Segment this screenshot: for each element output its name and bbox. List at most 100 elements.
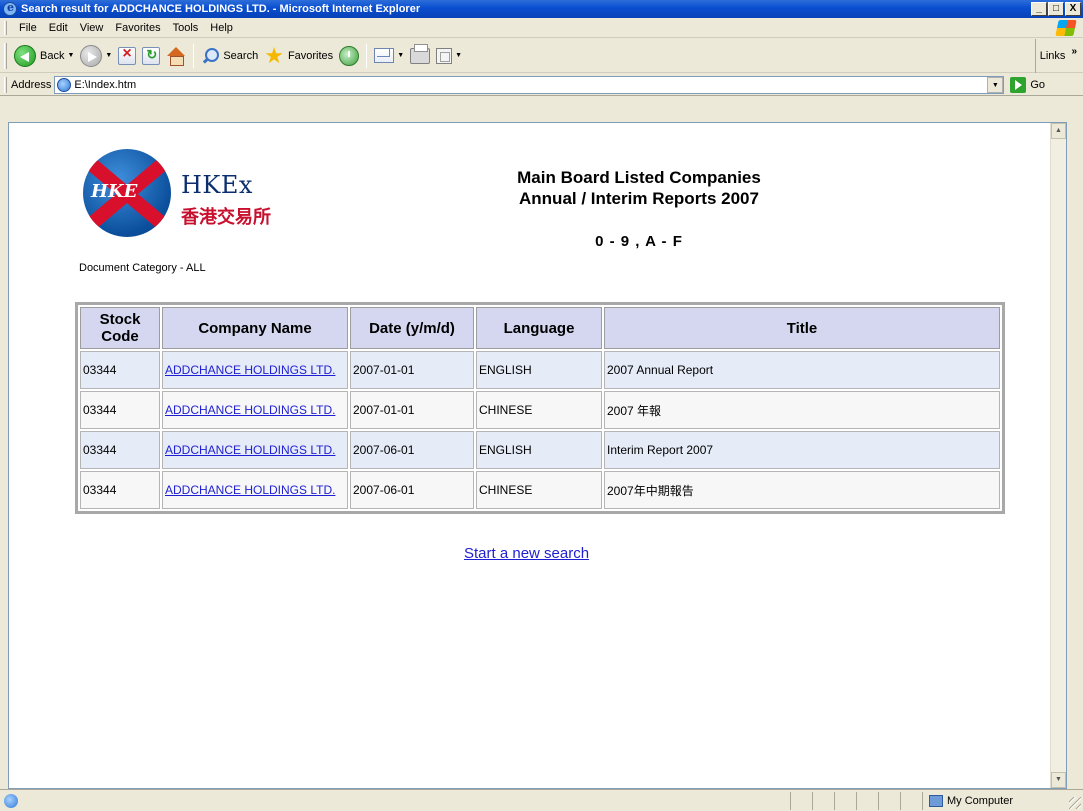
vertical-scrollbar[interactable]: ▲ ▼ bbox=[1050, 123, 1066, 788]
col-header-stock-code: Stock Code bbox=[80, 307, 160, 349]
back-dropdown-icon[interactable]: ▼ bbox=[67, 52, 74, 59]
scroll-up-icon[interactable]: ▲ bbox=[1051, 123, 1066, 139]
range-heading: 0 - 9 , A - F bbox=[595, 233, 683, 250]
cell-language: CHINESE bbox=[476, 391, 602, 429]
window-controls: _ □ X bbox=[1031, 2, 1081, 16]
address-label: Address bbox=[11, 78, 52, 91]
logo-chinese-name: 香港交易所 bbox=[181, 207, 271, 227]
cell-stock-code: 03344 bbox=[80, 351, 160, 389]
stop-icon bbox=[118, 45, 137, 65]
search-label: Search bbox=[223, 49, 259, 62]
table-row: 03344 ADDCHANCE HOLDINGS LTD. 2007-01-01… bbox=[80, 351, 1000, 389]
standard-toolbar: Back ▼ ▼ Search ★ Favorites ▼ ▼ Links » bbox=[0, 39, 1083, 73]
cell-stock-code: 03344 bbox=[80, 471, 160, 509]
menu-favorites[interactable]: Favorites bbox=[109, 20, 166, 36]
links-toolbar[interactable]: Links » bbox=[1034, 39, 1083, 73]
edit-dropdown-icon[interactable]: ▼ bbox=[455, 52, 462, 59]
cell-title: 2007年中期報告 bbox=[604, 471, 1000, 509]
new-search-link[interactable]: Start a new search bbox=[464, 545, 589, 562]
cell-stock-code: 03344 bbox=[80, 391, 160, 429]
links-label: Links bbox=[1039, 50, 1066, 62]
table-row: 03344 ADDCHANCE HOLDINGS LTD. 2007-06-01… bbox=[80, 431, 1000, 469]
chevron-right-icon[interactable]: » bbox=[1071, 46, 1077, 57]
star-icon: ★ bbox=[264, 42, 284, 68]
history-button[interactable] bbox=[336, 42, 362, 70]
refresh-button[interactable] bbox=[139, 42, 163, 70]
go-button[interactable]: Go bbox=[1010, 76, 1046, 93]
forward-dropdown-icon[interactable]: ▼ bbox=[105, 52, 112, 59]
print-button[interactable] bbox=[407, 42, 433, 70]
cell-language: ENGLISH bbox=[476, 351, 602, 389]
table-row: 03344 ADDCHANCE HOLDINGS LTD. 2007-01-01… bbox=[80, 391, 1000, 429]
forward-arrow-icon bbox=[80, 44, 103, 67]
cell-stock-code: 03344 bbox=[80, 431, 160, 469]
status-panel bbox=[834, 792, 856, 810]
company-link[interactable]: ADDCHANCE HOLDINGS LTD. bbox=[165, 483, 335, 497]
back-button[interactable]: Back ▼ bbox=[11, 42, 77, 70]
mail-button[interactable]: ▼ bbox=[371, 42, 407, 70]
maximize-button[interactable]: □ bbox=[1048, 2, 1064, 16]
menu-grip[interactable] bbox=[4, 20, 7, 35]
scroll-down-icon[interactable]: ▼ bbox=[1051, 772, 1066, 788]
company-link[interactable]: ADDCHANCE HOLDINGS LTD. bbox=[165, 443, 335, 457]
printer-icon bbox=[410, 43, 431, 64]
cell-date: 2007-06-01 bbox=[350, 431, 474, 469]
home-icon bbox=[166, 46, 186, 66]
refresh-icon bbox=[142, 46, 161, 65]
status-panel bbox=[812, 792, 834, 810]
col-header-company-name: Company Name bbox=[162, 307, 348, 349]
col-header-title: Title bbox=[604, 307, 1000, 349]
toolbar-separator bbox=[366, 43, 368, 68]
menu-file[interactable]: File bbox=[13, 20, 43, 36]
forward-button[interactable]: ▼ bbox=[77, 42, 115, 70]
search-button[interactable]: Search bbox=[198, 42, 261, 70]
cell-company-name: ADDCHANCE HOLDINGS LTD. bbox=[162, 391, 348, 429]
address-dropdown-icon[interactable]: ▼ bbox=[987, 76, 1004, 93]
window-title: Search result for ADDCHANCE HOLDINGS LTD… bbox=[21, 3, 421, 15]
cell-language: ENGLISH bbox=[476, 431, 602, 469]
page-icon bbox=[57, 77, 72, 92]
back-label: Back bbox=[40, 49, 65, 62]
address-grip[interactable] bbox=[4, 76, 7, 93]
favorites-button[interactable]: ★ Favorites bbox=[261, 42, 336, 70]
security-zone[interactable]: My Computer bbox=[922, 792, 1013, 810]
cell-company-name: ADDCHANCE HOLDINGS LTD. bbox=[162, 351, 348, 389]
results-table: Stock Code Company Name Date (y/m/d) Lan… bbox=[75, 302, 1005, 514]
cell-date: 2007-01-01 bbox=[350, 391, 474, 429]
logo-wordmark: HKEx bbox=[181, 171, 253, 199]
status-panel bbox=[790, 792, 812, 810]
cell-language: CHINESE bbox=[476, 471, 602, 509]
status-panel bbox=[878, 792, 900, 810]
cell-company-name: ADDCHANCE HOLDINGS LTD. bbox=[162, 431, 348, 469]
company-link[interactable]: ADDCHANCE HOLDINGS LTD. bbox=[165, 363, 335, 377]
menu-view[interactable]: View bbox=[74, 20, 110, 36]
status-panel bbox=[856, 792, 878, 810]
close-button[interactable]: X bbox=[1065, 2, 1081, 16]
home-button[interactable] bbox=[163, 42, 189, 70]
page-title-line1: Main Board Listed Companies bbox=[517, 168, 761, 187]
company-link[interactable]: ADDCHANCE HOLDINGS LTD. bbox=[165, 403, 335, 417]
go-label: Go bbox=[1030, 78, 1046, 91]
resize-grip-icon[interactable] bbox=[1069, 797, 1081, 809]
search-icon bbox=[201, 47, 220, 65]
back-arrow-icon bbox=[14, 44, 36, 67]
menu-tools[interactable]: Tools bbox=[167, 20, 205, 36]
page-title-line2: Annual / Interim Reports 2007 bbox=[519, 189, 759, 208]
stop-button[interactable] bbox=[115, 42, 139, 70]
edit-button[interactable]: ▼ bbox=[433, 42, 465, 70]
menu-help[interactable]: Help bbox=[204, 20, 239, 36]
history-icon bbox=[339, 45, 360, 66]
mail-dropdown-icon[interactable]: ▼ bbox=[397, 52, 404, 59]
toolbar-separator bbox=[193, 43, 195, 68]
ie-icon[interactable] bbox=[3, 1, 17, 16]
menu-edit[interactable]: Edit bbox=[43, 20, 74, 36]
title-bar: Search result for ADDCHANCE HOLDINGS LTD… bbox=[0, 0, 1083, 18]
go-arrow-icon bbox=[1010, 76, 1027, 93]
toolbar-grip[interactable] bbox=[4, 42, 7, 69]
address-input[interactable]: E:\Index.htm ▼ bbox=[54, 75, 1005, 94]
minimize-button[interactable]: _ bbox=[1031, 2, 1047, 16]
page-viewport: HKE HKEx 香港交易所 Document Category - ALL M… bbox=[8, 122, 1067, 789]
page-title: Main Board Listed Companies Annual / Int… bbox=[489, 167, 789, 209]
address-value[interactable]: E:\Index.htm bbox=[74, 79, 136, 91]
col-header-date: Date (y/m/d) bbox=[350, 307, 474, 349]
